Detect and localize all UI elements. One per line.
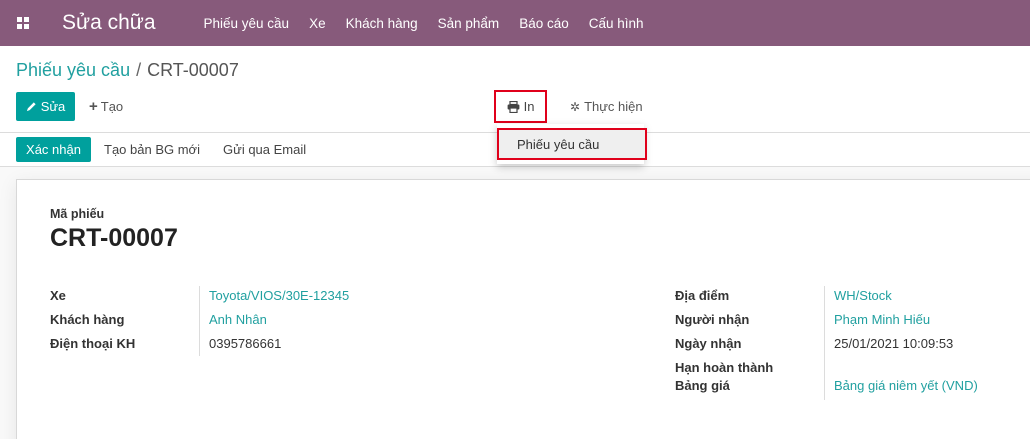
menu-item-vehicles[interactable]: Xe	[309, 16, 326, 31]
receiver-value[interactable]: Phạm Minh Hiếu	[834, 312, 930, 327]
menu-item-products[interactable]: Sản phẩm	[438, 16, 500, 31]
left-group-divider	[199, 286, 200, 356]
vehicle-value[interactable]: Toyota/VIOS/30E-12345	[209, 288, 349, 303]
print-button[interactable]: In	[494, 90, 547, 123]
breadcrumb: Phiếu yêu cầu / CRT-00007	[16, 60, 239, 81]
receiver-label: Người nhận	[675, 312, 750, 327]
menu-item-configuration[interactable]: Cấu hình	[589, 16, 644, 31]
apps-menu-icon[interactable]	[0, 0, 46, 46]
app-title[interactable]: Sửa chữa	[62, 11, 156, 35]
customer-phone-label: Điện thoại KH	[50, 336, 136, 351]
pencil-icon	[26, 102, 36, 112]
location-label: Địa điểm	[675, 288, 730, 303]
deadline-label: Hạn hoàn thành	[675, 360, 774, 375]
control-panel: Phiếu yêu cầu / CRT-00007 Sửa + Tạo In ✲ T…	[0, 46, 1030, 133]
action-button[interactable]: ✲ Thực hiện	[570, 92, 643, 121]
location-value[interactable]: WH/Stock	[834, 288, 892, 303]
menu-item-customers[interactable]: Khách hàng	[346, 16, 418, 31]
send-email-button[interactable]: Gửi qua Email	[223, 137, 306, 162]
top-navbar: Sửa chữa Phiếu yêu cầu Xe Khách hàng Sản…	[0, 0, 1030, 46]
pricelist-value[interactable]: Bảng giá niêm yết (VND)	[834, 378, 978, 393]
new-quote-button[interactable]: Tạo bản BG mới	[104, 137, 200, 162]
confirm-button[interactable]: Xác nhận	[16, 137, 91, 162]
action-button-label: Thực hiện	[584, 99, 643, 114]
pricelist-label: Bảng giá	[675, 378, 730, 393]
customer-value[interactable]: Anh Nhân	[209, 312, 267, 327]
customer-phone-value[interactable]: 0395786661	[209, 336, 281, 351]
printer-icon	[507, 100, 519, 113]
menu-item-requests[interactable]: Phiếu yêu cầu	[204, 16, 290, 31]
print-dropdown-menu: Phiếu yêu cầu	[497, 124, 647, 164]
code-value: CRT-00007	[50, 224, 178, 252]
breadcrumb-parent-link[interactable]: Phiếu yêu cầu	[16, 60, 130, 80]
gear-icon: ✲	[570, 99, 581, 114]
plus-icon: +	[89, 98, 98, 115]
edit-button-label: Sửa	[40, 99, 66, 114]
menu-item-reports[interactable]: Báo cáo	[519, 16, 569, 31]
form-sheet: Mã phiếu CRT-00007 Xe Toyota/VIOS/30E-12…	[16, 179, 1030, 439]
edit-button[interactable]: Sửa	[16, 92, 75, 121]
customer-label: Khách hàng	[50, 312, 125, 327]
print-menu-item-request[interactable]: Phiếu yêu cầu	[497, 128, 647, 160]
create-button[interactable]: + Tạo	[89, 92, 123, 121]
received-date-label: Ngày nhận	[675, 336, 742, 351]
breadcrumb-current: CRT-00007	[147, 60, 239, 80]
code-label: Mã phiếu	[50, 207, 105, 221]
create-button-label: Tạo	[100, 99, 124, 114]
right-group-divider	[824, 286, 825, 400]
vehicle-label: Xe	[50, 288, 66, 303]
received-date-value[interactable]: 25/01/2021 10:09:53	[834, 336, 953, 351]
print-button-label: In	[523, 99, 535, 114]
breadcrumb-separator: /	[136, 60, 142, 80]
